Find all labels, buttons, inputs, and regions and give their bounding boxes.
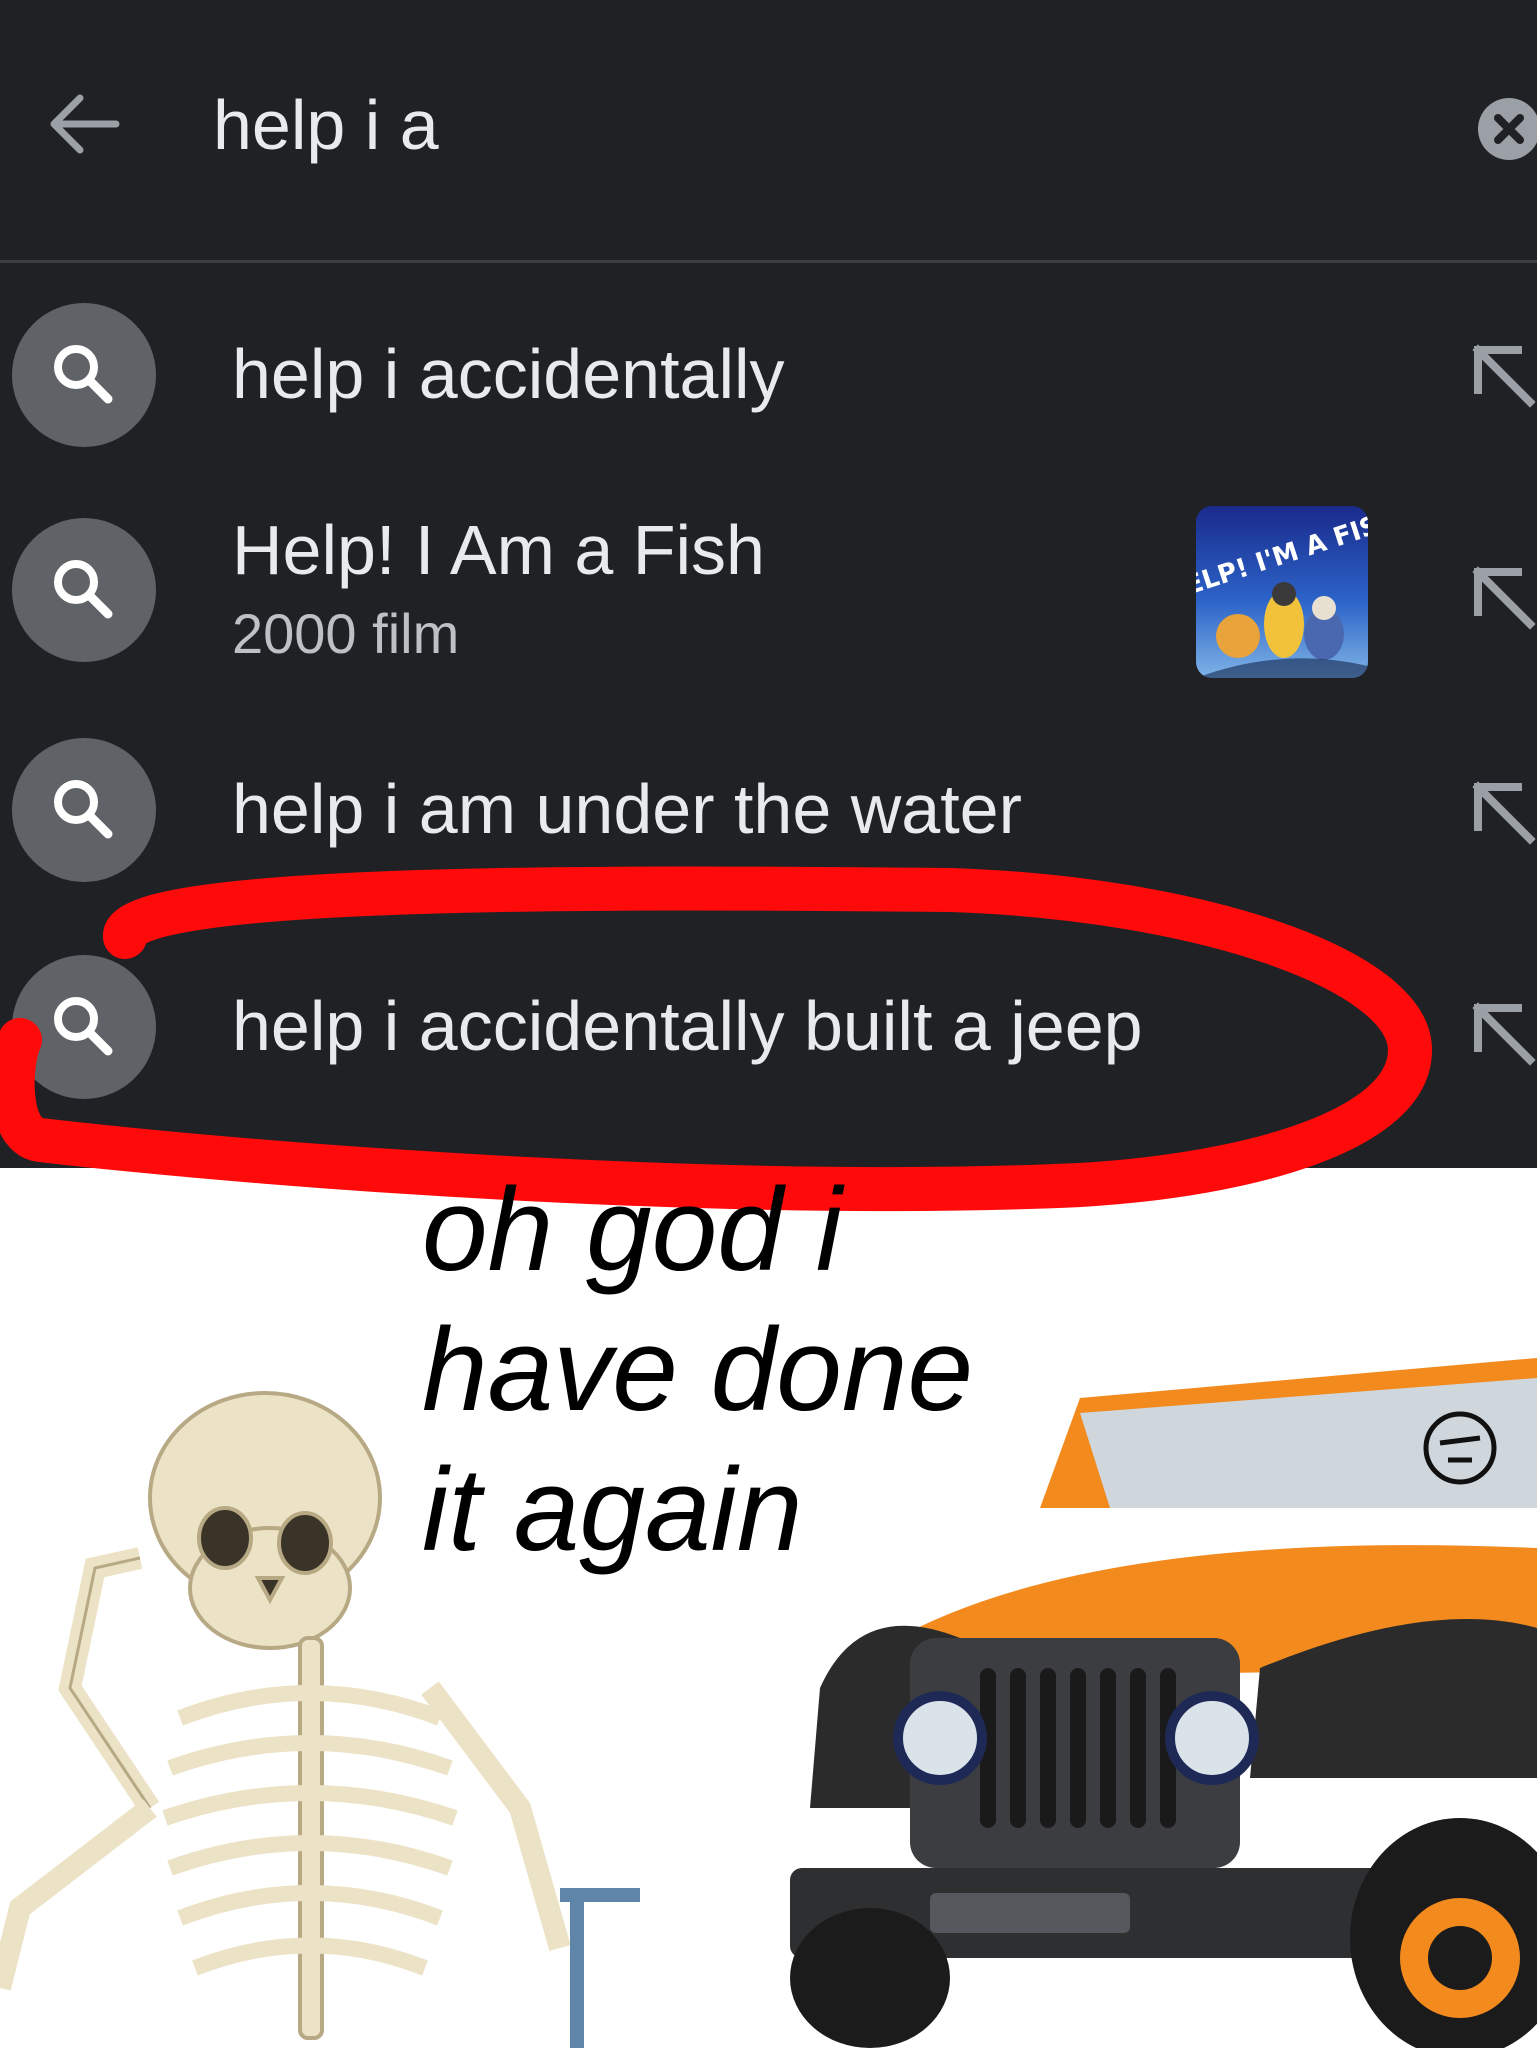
- fill-arrow-icon[interactable]: [1468, 777, 1537, 849]
- suggestion-label: help i accidentally built a jeep: [232, 987, 1143, 1065]
- search-icon: [12, 518, 156, 662]
- fill-arrow-icon[interactable]: [1468, 998, 1537, 1070]
- suggestion-item[interactable]: help i accidentally built a jeep: [0, 952, 1537, 1102]
- search-icon: [12, 738, 156, 882]
- suggestion-item[interactable]: help i accidentally: [0, 300, 1537, 450]
- suggestion-label: help i accidentally: [232, 335, 785, 413]
- search-screen: help i a help i accidentally Help! I Am …: [0, 0, 1537, 1168]
- search-input[interactable]: help i a: [213, 80, 439, 170]
- suggestion-label: Help! I Am a Fish: [232, 511, 765, 589]
- movie-thumbnail: HELP! I'M A FISH: [1196, 506, 1368, 678]
- search-icon: [12, 955, 156, 1099]
- search-bar: help i a: [0, 0, 1537, 262]
- fill-arrow-icon[interactable]: [1468, 562, 1537, 634]
- caption-line: have done: [422, 1304, 974, 1436]
- suggestion-subtitle: 2000 film: [232, 602, 460, 665]
- suggestion-item[interactable]: help i am under the water: [0, 735, 1537, 885]
- suggestion-label: help i am under the water: [232, 770, 1022, 848]
- clear-icon[interactable]: [1478, 98, 1537, 160]
- search-icon: [12, 303, 156, 447]
- divider: [0, 260, 1537, 263]
- fill-arrow-icon[interactable]: [1468, 340, 1537, 412]
- caption-line: oh god i: [422, 1164, 842, 1296]
- meme-caption: oh god i have done it again: [422, 1160, 1182, 1580]
- caption-line: it again: [422, 1444, 803, 1576]
- back-arrow-icon[interactable]: [44, 84, 124, 164]
